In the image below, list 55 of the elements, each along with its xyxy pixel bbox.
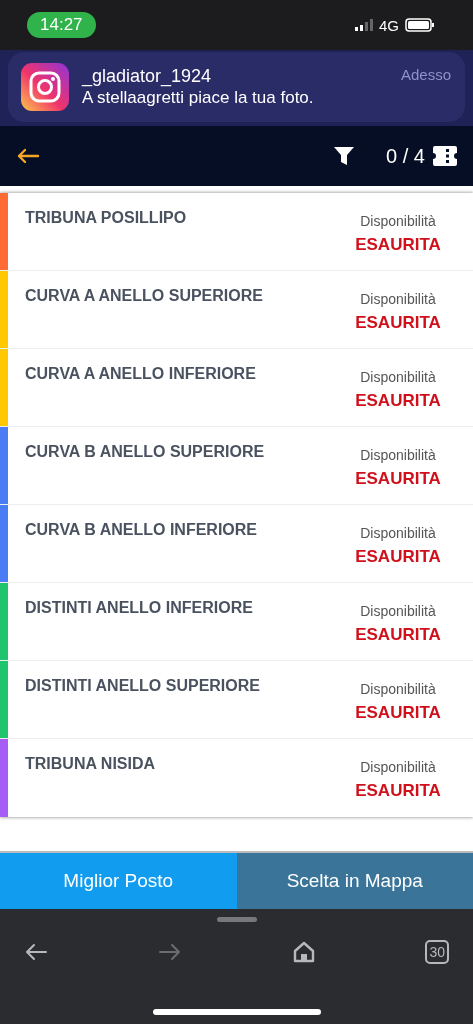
sector-name: CURVA B ANELLO SUPERIORE [24, 442, 266, 462]
filter-button[interactable] [334, 146, 355, 166]
availability-status: ESAURITA [355, 235, 441, 255]
notification-message: A stellaagretti piace la tua foto. [82, 88, 315, 108]
filter-icon [334, 146, 355, 166]
camera-app-icon [21, 63, 69, 111]
sector-name: DISTINTI ANELLO SUPERIORE [24, 676, 261, 696]
availability-status: ESAURITA [355, 547, 441, 567]
availability-status: ESAURITA [355, 469, 441, 489]
tabs-button[interactable]: 30 [425, 940, 449, 964]
sector-row[interactable]: CURVA A ANELLO INFERIORE Disponibilità ESAURITA [0, 349, 473, 427]
sector-row[interactable]: DISTINTI ANELLO SUPERIORE Disponibilità ESAURITA [0, 661, 473, 739]
sector-row[interactable]: CURVA B ANELLO INFERIORE Disponibilità ESAURITA [0, 505, 473, 583]
availability-status: ESAURITA [355, 781, 441, 801]
availability-status: ESAURITA [355, 391, 441, 411]
network-label: 4G [379, 16, 399, 34]
battery-icon [405, 18, 435, 32]
sector-row[interactable]: DISTINTI ANELLO INFERIORE Disponibilità ESAURITA [0, 583, 473, 661]
sector-row[interactable]: TRIBUNA POSILLIPO Disponibilità ESAURITA [0, 193, 473, 271]
sector-row[interactable]: CURVA B ANELLO SUPERIORE Disponibilità ESAURITA [0, 427, 473, 505]
sector-name: CURVA A ANELLO SUPERIORE [24, 286, 264, 306]
back-button[interactable] [24, 942, 48, 962]
notification-time: Adesso [400, 66, 451, 85]
action-tab[interactable]: Scelta in Mappa [236, 853, 473, 909]
sector-name: TRIBUNA NISIDA [24, 754, 157, 774]
signal-icon [355, 19, 373, 31]
home-button[interactable] [292, 941, 315, 963]
drag-handle[interactable] [216, 917, 257, 922]
ticket-count: 0 / 4 [386, 144, 425, 168]
sector-name: CURVA A ANELLO INFERIORE [24, 364, 257, 384]
back-arrow-icon [16, 148, 40, 164]
availability-label: Disponibilità [360, 525, 436, 541]
availability-label: Disponibilità [360, 447, 436, 463]
availability-status: ESAURITA [355, 313, 441, 333]
sector-name: CURVA B ANELLO INFERIORE [24, 520, 258, 540]
back-button[interactable] [16, 148, 40, 164]
sector-name: TRIBUNA POSILLIPO [24, 208, 188, 228]
availability-label: Disponibilità [360, 759, 436, 775]
availability-label: Disponibilità [360, 681, 436, 697]
availability-status: ESAURITA [355, 703, 441, 723]
notification-banner[interactable]: _gladiator_1924 Adesso A stellaagretti piace la tua foto. [8, 52, 465, 122]
notification-sender: _gladiator_1924 [82, 66, 212, 87]
availability-label: Disponibilità [360, 291, 436, 307]
sector-row[interactable]: TRIBUNA NISIDA Disponibilità ESAURITA [0, 739, 473, 817]
ticket-icon [433, 146, 457, 166]
availability-label: Disponibilità [360, 369, 436, 385]
home-icon [292, 941, 315, 963]
sector-row[interactable]: CURVA A ANELLO SUPERIORE Disponibilità ESAURITA [0, 271, 473, 349]
availability-label: Disponibilità [360, 603, 436, 619]
availability-label: Disponibilità [360, 213, 436, 229]
forward-arrow-icon [158, 942, 183, 962]
sector-name: DISTINTI ANELLO INFERIORE [24, 598, 254, 618]
back-arrow-icon [24, 942, 48, 962]
status-time: 14:27 [27, 12, 96, 38]
availability-status: ESAURITA [355, 625, 441, 645]
